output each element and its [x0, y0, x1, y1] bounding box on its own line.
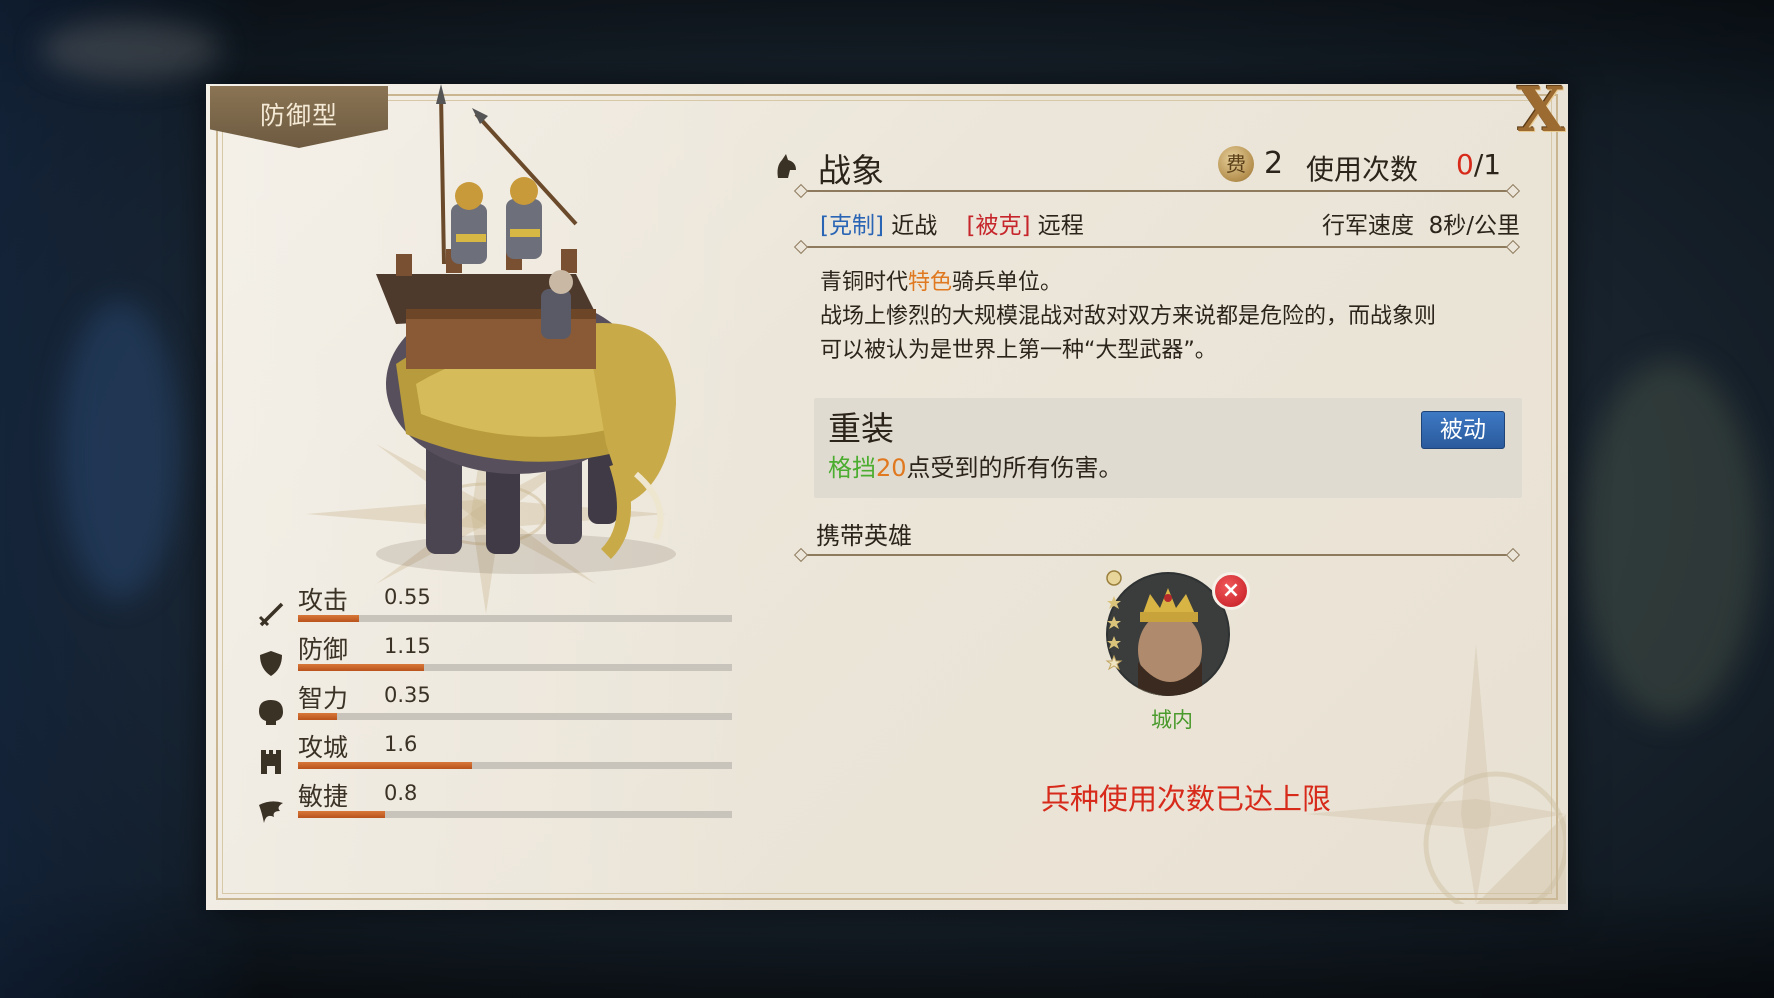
stat-bar-fill [298, 811, 385, 818]
uses-label: 使用次数 [1306, 153, 1419, 186]
remove-hero-button[interactable]: × [1212, 572, 1250, 610]
stat-value: 0.35 [384, 683, 431, 707]
counter-tag: [克制] [820, 213, 884, 239]
skill-box: 重装 被动 格挡20点受到的所有伤害。 [814, 398, 1522, 498]
march-value: 8秒/公里 [1428, 213, 1520, 239]
hero-section-label: 携带英雄 [816, 522, 912, 550]
hero-slot[interactable]: × [1100, 562, 1250, 712]
desc-text: 骑兵单位。 [952, 270, 1063, 295]
stat-bar [298, 615, 732, 622]
uses-count: 0/1 [1456, 148, 1501, 181]
stat-bar-fill [298, 713, 338, 720]
wing-icon [259, 801, 283, 823]
skill-keyword: 格挡 [828, 454, 876, 482]
horse-head-icon [777, 154, 796, 178]
stat-bar-fill [298, 664, 424, 671]
skill-text: 点受到的所有伤害。 [906, 454, 1123, 482]
divider [802, 554, 1512, 556]
war-elephant-illustration [376, 84, 676, 574]
unit-type-label: 防御型 [259, 101, 338, 130]
compass-decoration-corner [1306, 644, 1566, 904]
uses-current: 0 [1456, 148, 1474, 181]
background-blob [60, 300, 180, 600]
stat-bar [298, 811, 732, 818]
skill-name: 重装 [828, 409, 894, 448]
desc-text: 青铜时代 [820, 270, 909, 295]
desc-highlight: 特色 [908, 270, 953, 295]
desc-line: 可以被认为是世界上第一种“大型武器”。 [820, 338, 1217, 363]
stat-name: 攻击 [298, 586, 349, 615]
stat-bar-fill [298, 615, 359, 622]
usage-limit-message: 兵种使用次数已达上限 [1040, 782, 1331, 816]
counter-row: [克制] 近战 [被克] 远程 行军速度 8秒/公里 [820, 206, 1520, 242]
shield-icon [260, 651, 282, 676]
unit-description: 青铜时代特色骑兵单位。 战场上惨烈的大规模混战对敌对双方来说都是危险的，而战象则… [820, 266, 1520, 368]
stat-agility: 敏捷 0.8 [256, 781, 732, 835]
march-label: 行军速度 [1321, 213, 1414, 239]
stat-value: 1.6 [384, 732, 418, 756]
background-blob [1580, 360, 1760, 720]
tower-icon [261, 750, 281, 774]
desc-line: 青铜时代特色骑兵单位。 [820, 266, 1520, 300]
weak-target: 远程 [1037, 213, 1084, 239]
cost-value: 2 [1264, 146, 1284, 181]
hero-star-rating [1105, 570, 1123, 671]
uses-max: /1 [1473, 148, 1502, 181]
close-button[interactable]: X [1508, 79, 1574, 141]
stat-bar [298, 713, 732, 720]
sword-icon [258, 602, 284, 627]
skill-number: 20 [876, 454, 907, 482]
head-icon [259, 700, 283, 725]
unit-detail-panel: 防御型 X 攻击 0.55 防御 1.15 智力 0.35 攻城 1.6 敏捷 … [206, 79, 1568, 910]
stat-name: 攻城 [298, 733, 349, 762]
stat-name: 防御 [298, 635, 349, 664]
unit-title-row: 战象 费 2 使用次数 0/1 [772, 142, 1512, 192]
divider [802, 190, 1512, 192]
passive-badge: 被动 [1421, 411, 1505, 449]
stat-bar-fill [298, 762, 472, 769]
counter-target: 近战 [891, 213, 938, 239]
stat-bar [298, 664, 732, 671]
background-blob [40, 20, 220, 80]
desc-line: 战场上惨烈的大规模混战对敌对双方来说都是危险的，而战象则 [820, 304, 1437, 329]
divider [802, 246, 1512, 248]
cost-icon: 费 [1218, 146, 1254, 182]
stat-value: 1.15 [384, 634, 431, 658]
weak-tag: [被克] [966, 213, 1031, 239]
march-speed: 行军速度 8秒/公里 [1322, 206, 1520, 240]
stat-bar [298, 762, 732, 769]
stat-value: 0.55 [384, 585, 431, 609]
stat-name: 智力 [298, 684, 349, 713]
stat-name: 敏捷 [298, 782, 349, 811]
unit-name: 战象 [818, 151, 884, 190]
skill-description: 格挡20点受到的所有伤害。 [828, 448, 1123, 483]
stat-value: 0.8 [384, 781, 418, 805]
hero-location-status: 城内 [1151, 708, 1193, 732]
